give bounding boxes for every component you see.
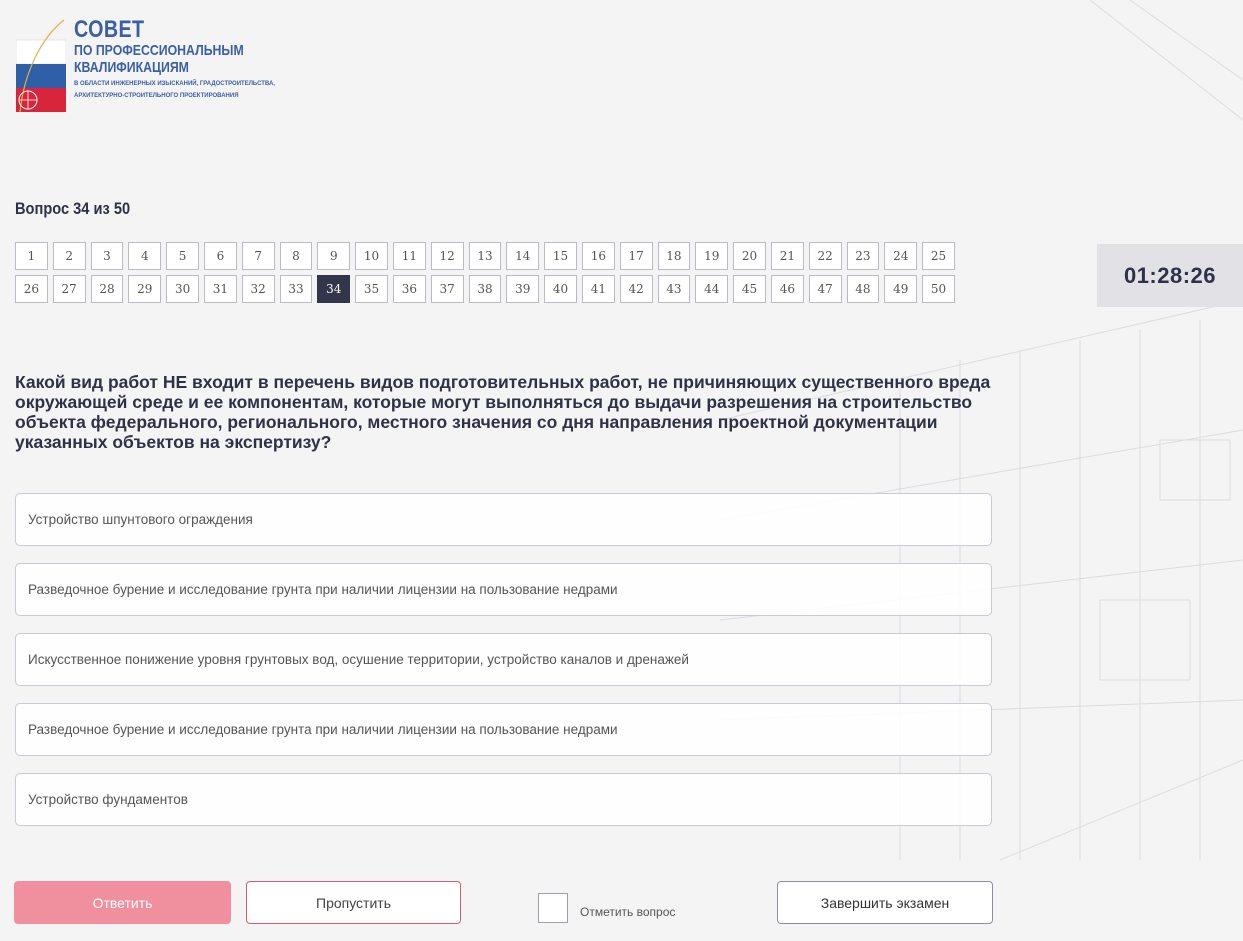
- mark-question-toggle[interactable]: Отметить вопрос: [538, 893, 675, 923]
- question-number-8[interactable]: 8: [279, 242, 313, 270]
- question-number-38[interactable]: 38: [468, 275, 502, 303]
- answer-option[interactable]: Устройство шпунтового ограждения: [15, 493, 992, 546]
- question-number-11[interactable]: 11: [392, 242, 426, 270]
- question-number-29[interactable]: 29: [128, 275, 162, 303]
- question-number-40[interactable]: 40: [544, 275, 577, 303]
- question-number-20[interactable]: 20: [733, 242, 766, 270]
- question-number-48[interactable]: 48: [846, 275, 880, 303]
- skip-button[interactable]: Пропустить: [246, 881, 461, 924]
- mark-question-checkbox[interactable]: [538, 893, 568, 923]
- question-number-6[interactable]: 6: [203, 242, 237, 270]
- question-text: Какой вид работ НЕ входит в перечень вид…: [15, 372, 991, 452]
- question-number-43[interactable]: 43: [657, 275, 691, 303]
- question-number-24[interactable]: 24: [884, 242, 918, 270]
- question-number-42[interactable]: 42: [619, 275, 653, 303]
- logo-line-2: КВАЛИФИКАЦИЯМ: [74, 59, 189, 76]
- logo-emblem-icon: [16, 19, 66, 113]
- question-number-5[interactable]: 5: [166, 242, 199, 270]
- question-number-28[interactable]: 28: [90, 275, 124, 303]
- question-number-30[interactable]: 30: [166, 275, 199, 303]
- answer-list: Устройство шпунтового ограждения Разведо…: [15, 493, 992, 843]
- question-number-36[interactable]: 36: [392, 275, 426, 303]
- logo-small-2: АРХИТЕКТУРНО-СТРОИТЕЛЬНОГО ПРОЕКТИРОВАНИ…: [74, 93, 239, 99]
- question-counter: Вопрос 34 из 50: [15, 199, 131, 218]
- question-number-12[interactable]: 12: [430, 242, 464, 270]
- question-number-31[interactable]: 31: [203, 275, 237, 303]
- question-number-21[interactable]: 21: [770, 242, 804, 270]
- question-number-33[interactable]: 33: [279, 275, 313, 303]
- logo: СОВЕТ ПО ПРОФЕССИОНАЛЬНЫМ КВАЛИФИКАЦИЯМ …: [16, 18, 281, 113]
- exam-timer: 01:28:26: [1097, 244, 1243, 307]
- question-number-18[interactable]: 18: [657, 242, 691, 270]
- question-number-39[interactable]: 39: [506, 275, 540, 303]
- question-number-9[interactable]: 9: [317, 242, 351, 270]
- answer-option[interactable]: Разведочное бурение и исследование грунт…: [15, 703, 992, 756]
- finish-exam-button[interactable]: Завершить экзамен: [777, 881, 993, 924]
- answer-option[interactable]: Искусственное понижение уровня грунтовых…: [15, 633, 992, 686]
- logo-small-1: В ОБЛАСТИ ИНЖЕНЕРНЫХ ИЗЫСКАНИЙ, ГРАДОСТР…: [74, 81, 275, 87]
- question-number-50[interactable]: 50: [922, 275, 955, 303]
- question-number-19[interactable]: 19: [695, 242, 729, 270]
- question-number-10[interactable]: 10: [355, 242, 388, 270]
- answer-option[interactable]: Устройство фундаментов: [15, 773, 992, 826]
- question-number-37[interactable]: 37: [430, 275, 464, 303]
- question-number-25[interactable]: 25: [922, 242, 955, 270]
- question-navigator: 1 2 3 4 5 6 7 8 9 10 11 12 13 14 15 16 17 18 19 20 21 22 23 24 2…: [15, 242, 955, 308]
- question-number-49[interactable]: 49: [884, 275, 918, 303]
- logo-line-1: ПО ПРОФЕССИОНАЛЬНЫМ: [74, 42, 244, 59]
- question-number-2[interactable]: 2: [52, 242, 86, 270]
- question-number-32[interactable]: 32: [241, 275, 275, 303]
- question-number-26[interactable]: 26: [15, 275, 48, 303]
- question-number-3[interactable]: 3: [90, 242, 124, 270]
- logo-title: СОВЕТ: [74, 16, 145, 43]
- question-navigator-row: 1 2 3 4 5 6 7 8 9 10 11 12 13 14 15 16 17 18 19 20 21 22 23 24 2…: [15, 242, 955, 270]
- question-number-16[interactable]: 16: [581, 242, 615, 270]
- question-number-15[interactable]: 15: [544, 242, 577, 270]
- answer-option[interactable]: Разведочное бурение и исследование грунт…: [15, 563, 992, 616]
- question-navigator-row: 26 27 28 29 30 31 32 33 34 35 36 37 38 39 40 41 42 43 44 45…: [15, 275, 955, 303]
- question-number-17[interactable]: 17: [619, 242, 653, 270]
- question-number-47[interactable]: 47: [808, 275, 842, 303]
- question-number-4[interactable]: 4: [128, 242, 162, 270]
- answer-button[interactable]: Ответить: [14, 881, 231, 924]
- mark-question-label: Отметить вопрос: [580, 905, 676, 919]
- question-number-14[interactable]: 14: [506, 242, 540, 270]
- question-number-46[interactable]: 46: [770, 275, 804, 303]
- question-number-7[interactable]: 7: [241, 242, 275, 270]
- question-number-27[interactable]: 27: [52, 275, 86, 303]
- question-number-41[interactable]: 41: [581, 275, 615, 303]
- question-number-1[interactable]: 1: [15, 242, 48, 270]
- question-number-45[interactable]: 45: [733, 275, 766, 303]
- question-number-13[interactable]: 13: [468, 242, 502, 270]
- question-number-35[interactable]: 35: [355, 275, 388, 303]
- question-number-44[interactable]: 44: [695, 275, 729, 303]
- question-number-22[interactable]: 22: [808, 242, 842, 270]
- question-number-34[interactable]: 34: [317, 275, 351, 303]
- question-number-23[interactable]: 23: [846, 242, 880, 270]
